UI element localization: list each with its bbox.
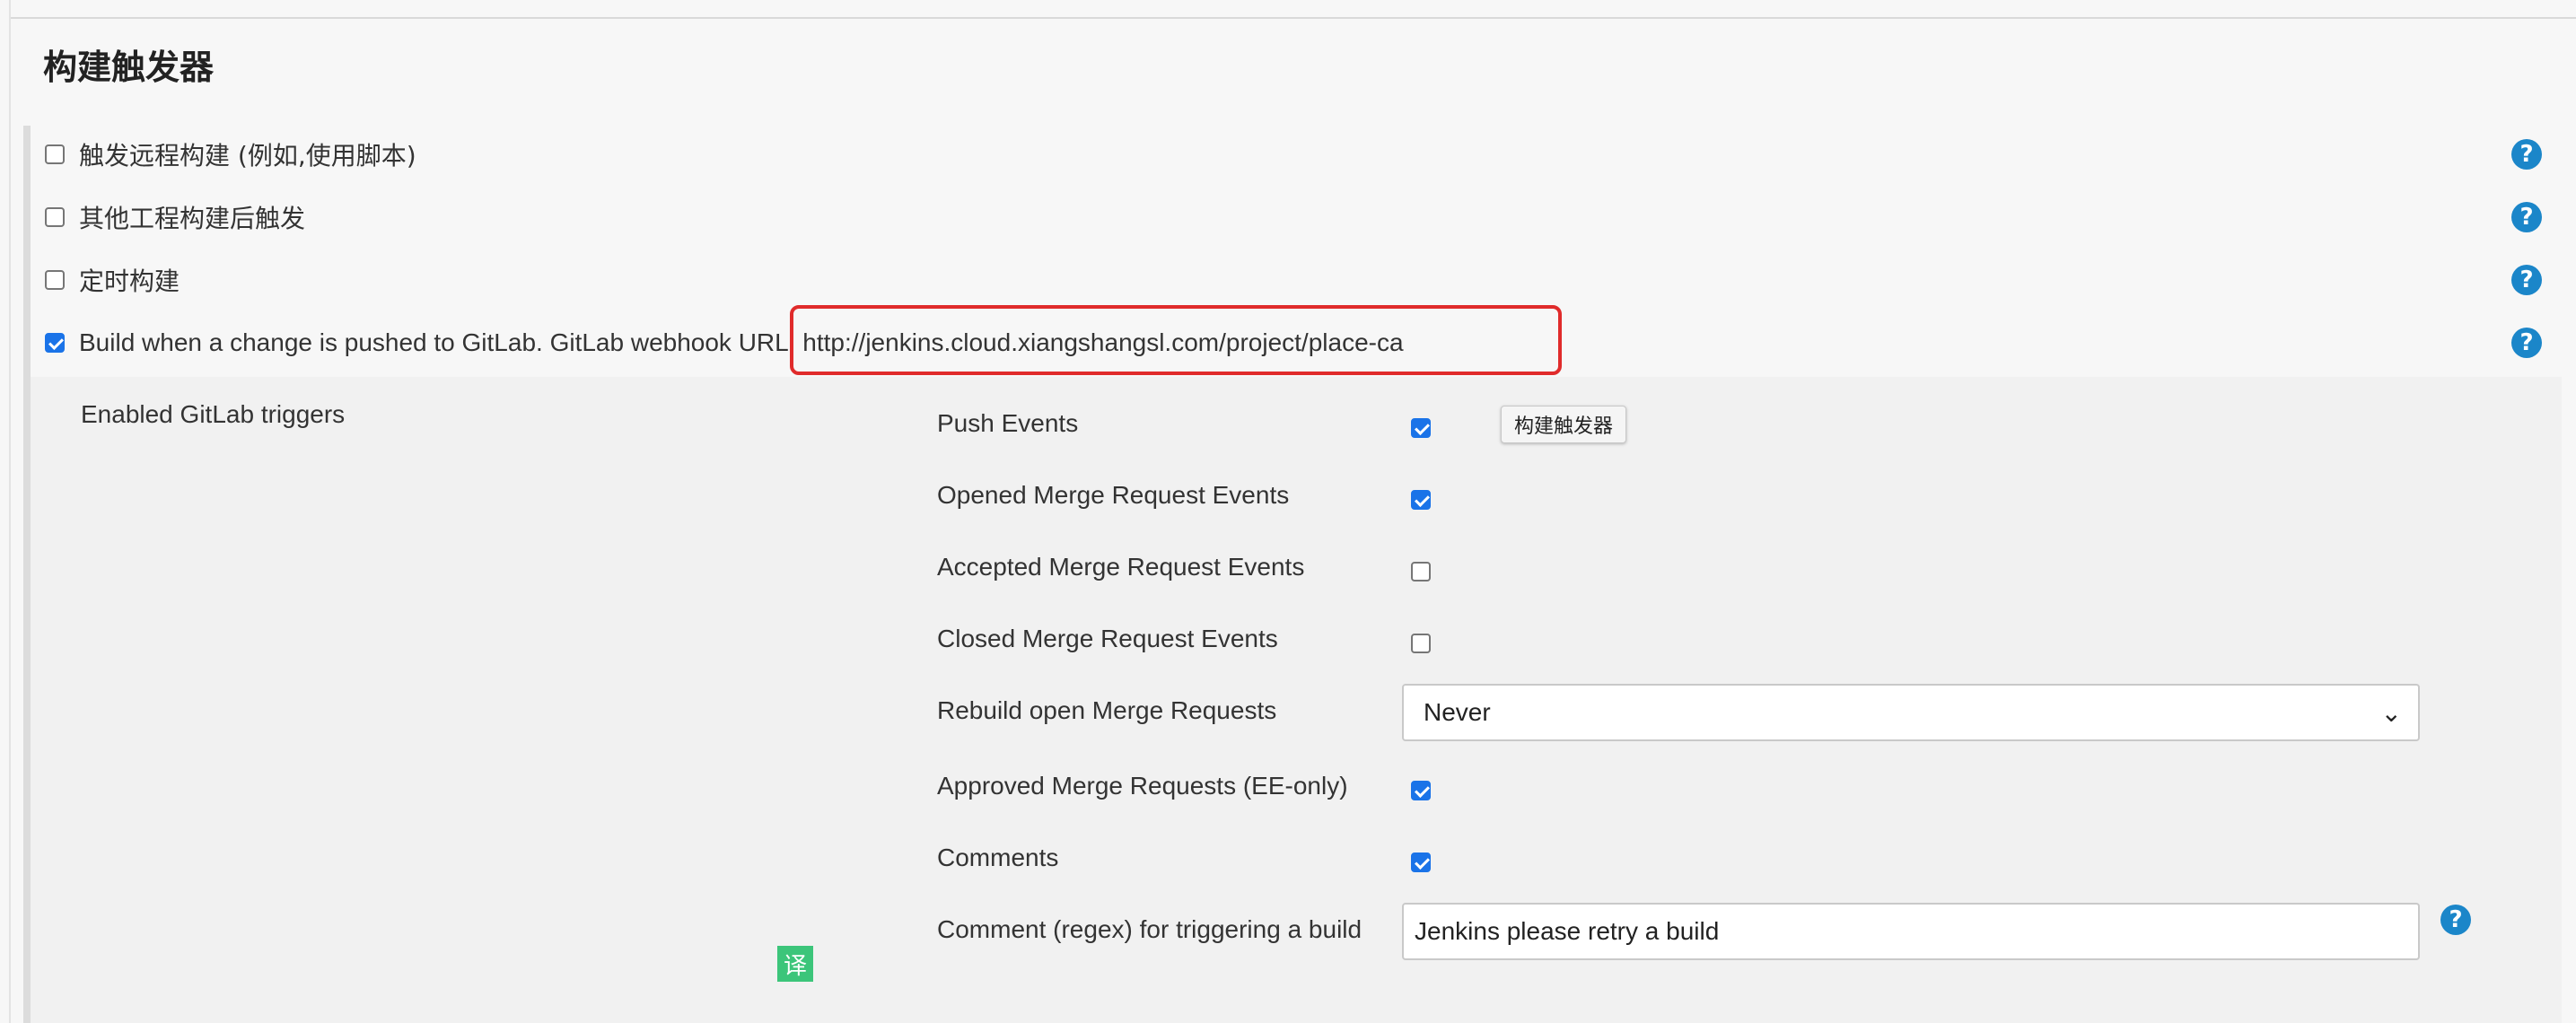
top-divider bbox=[11, 0, 2576, 19]
enabled-gitlab-triggers-label: Enabled GitLab triggers bbox=[81, 400, 346, 428]
trigger-row-remote[interactable]: 触发远程构建 (例如,使用脚本) bbox=[45, 127, 416, 181]
comment-regex-label: Comment (regex) for triggering a build bbox=[937, 915, 1362, 943]
trigger-remote-checkbox[interactable] bbox=[45, 144, 65, 164]
trigger-upstream-checkbox[interactable] bbox=[45, 207, 65, 227]
help-icon[interactable]: ? bbox=[2511, 265, 2542, 295]
help-icon[interactable]: ? bbox=[2511, 139, 2542, 170]
trigger-scheduled-checkbox[interactable] bbox=[45, 270, 65, 290]
trigger-remote-label: 触发远程构建 (例如,使用脚本) bbox=[79, 141, 416, 170]
trigger-scheduled-label: 定时构建 bbox=[79, 267, 180, 296]
rebuild-open-mr-label: Rebuild open Merge Requests bbox=[937, 696, 1277, 724]
opened-mr-events-label: Opened Merge Request Events bbox=[937, 481, 1290, 509]
trigger-row-scheduled[interactable]: 定时构建 bbox=[45, 253, 180, 307]
chevron-down-icon: ⌄ bbox=[2380, 698, 2402, 727]
push-events-label: Push Events bbox=[937, 409, 1079, 437]
translate-badge-icon[interactable]: 译 bbox=[777, 946, 813, 982]
accepted-mr-events-label: Accepted Merge Request Events bbox=[937, 553, 1305, 581]
webhook-url-highlight bbox=[790, 305, 1562, 375]
trigger-row-upstream[interactable]: 其他工程构建后触发 bbox=[45, 190, 305, 244]
trigger-upstream-label: 其他工程构建后触发 bbox=[79, 204, 306, 233]
section-indicator-bar bbox=[23, 126, 31, 1023]
left-border bbox=[9, 0, 11, 1023]
help-icon[interactable]: ? bbox=[2511, 202, 2542, 232]
push-events-checkbox[interactable] bbox=[1411, 418, 1431, 438]
tooltip: 构建触发器 bbox=[1501, 406, 1627, 443]
closed-mr-events-checkbox[interactable] bbox=[1411, 634, 1431, 653]
approved-mr-label: Approved Merge Requests (EE-only) bbox=[937, 772, 1348, 800]
section-title: 构建触发器 bbox=[43, 48, 215, 87]
comment-regex-input[interactable]: Jenkins please retry a build bbox=[1402, 903, 2420, 960]
comments-label: Comments bbox=[937, 844, 1059, 871]
trigger-gitlab-checkbox[interactable] bbox=[45, 333, 65, 353]
approved-mr-checkbox[interactable] bbox=[1411, 781, 1431, 800]
rebuild-open-mr-select[interactable]: Never ⌄ bbox=[1402, 684, 2420, 741]
accepted-mr-events-checkbox[interactable] bbox=[1411, 562, 1431, 581]
help-icon[interactable]: ? bbox=[2511, 328, 2542, 358]
closed-mr-events-label: Closed Merge Request Events bbox=[937, 625, 1278, 652]
help-icon[interactable]: ? bbox=[2440, 905, 2471, 935]
comments-checkbox[interactable] bbox=[1411, 852, 1431, 872]
opened-mr-events-checkbox[interactable] bbox=[1411, 490, 1431, 510]
rebuild-open-mr-value: Never bbox=[1424, 698, 1491, 726]
